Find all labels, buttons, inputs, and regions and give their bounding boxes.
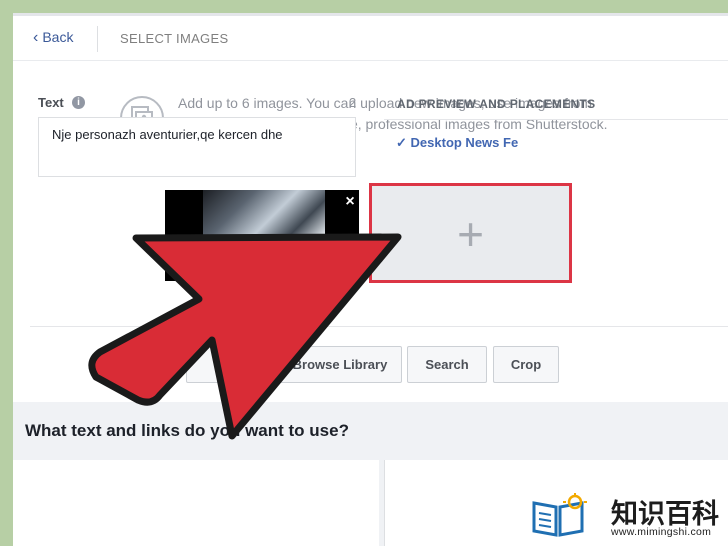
search-button[interactable]: Search — [407, 346, 487, 383]
back-label: Back — [42, 29, 74, 45]
ad-preview-title: AD PREVIEW AND PLACEMENTS — [397, 97, 596, 111]
watermark-url: www.mimingshi.com — [611, 526, 712, 538]
back-button[interactable]: ‹ Back — [33, 29, 74, 46]
text-field-label: Text — [38, 95, 64, 110]
header-divider — [97, 26, 98, 52]
crop-button[interactable]: Crop — [493, 346, 559, 383]
remove-image-close-icon[interactable]: × — [342, 194, 358, 210]
top-divider — [13, 13, 728, 16]
upload-button[interactable]: Upload — [186, 346, 290, 383]
step-title: SELECT IMAGES — [120, 31, 229, 46]
text-card — [13, 460, 379, 546]
section-title: What text and links do you want to use? — [25, 421, 349, 440]
ad-creation-panel: ‹ Back SELECT IMAGES Add up to 6 images. … — [13, 13, 728, 546]
chevron-left-icon: ‹ — [33, 29, 39, 46]
placement-label: Desktop News Fe — [410, 135, 519, 150]
upload-separator — [30, 326, 728, 327]
plus-icon: + — [457, 208, 484, 260]
browse-library-button[interactable]: Browse Library — [278, 346, 402, 383]
text-character-count: 2 — [349, 95, 357, 110]
placement-desktop-news-feed[interactable]: ✓ Desktop News Fe — [396, 135, 518, 151]
checkmark-icon: ✓ — [396, 135, 407, 150]
thumbnail-photo — [203, 190, 325, 281]
selected-image-thumbnail[interactable] — [165, 190, 359, 281]
add-image-slot[interactable]: + — [369, 183, 572, 283]
preview-separator — [384, 119, 728, 120]
book-lightbulb-icon — [530, 493, 590, 537]
header-separator — [13, 60, 728, 61]
ad-text-input[interactable]: Nje personazh aventurier,qe kercen dhe — [38, 117, 356, 177]
info-icon[interactable]: i — [72, 96, 85, 109]
